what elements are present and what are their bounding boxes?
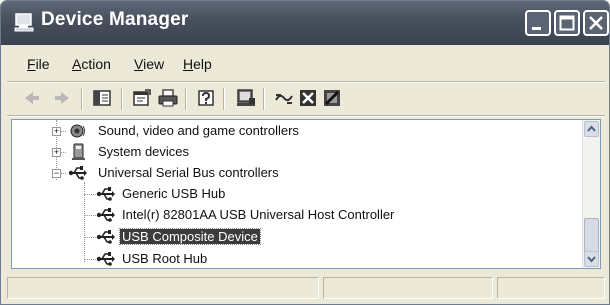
close-button[interactable] [583, 10, 609, 36]
speaker-icon [70, 124, 85, 138]
expand-toggle[interactable]: + [52, 127, 61, 136]
toolbar-separator-line [7, 115, 605, 117]
tree-item-label: Universal Serial Bus controllers [98, 165, 279, 180]
scan-hardware-icon[interactable] [273, 87, 295, 109]
update-driver-icon[interactable] [235, 87, 257, 109]
close-icon [589, 16, 603, 30]
help-icon[interactable] [195, 87, 217, 109]
maximize-button[interactable] [554, 10, 580, 36]
usb-icon [68, 166, 87, 180]
device-manager-window: Device Manager File Action View Help + S… [0, 0, 610, 305]
usb-icon [96, 208, 115, 222]
tree-item-usb-controllers[interactable]: − Universal Serial Bus controllers [12, 164, 582, 184]
chevron-up-icon [587, 125, 596, 132]
tree-item-system-devices[interactable]: + System devices [12, 143, 582, 163]
toolbar-separator [263, 88, 265, 110]
usb-icon [96, 187, 115, 201]
minimize-button[interactable] [525, 10, 551, 36]
usb-icon [96, 230, 115, 244]
window-title: Device Manager [41, 9, 189, 30]
tree-item-label-selected: USB Composite Device [119, 228, 261, 245]
toolbar-separator [223, 88, 225, 110]
expand-toggle[interactable]: + [52, 148, 61, 157]
properties-icon[interactable] [131, 87, 153, 109]
forward-icon[interactable] [51, 87, 73, 109]
status-panel-2 [323, 277, 493, 299]
minimize-icon [532, 27, 541, 30]
chevron-down-icon [587, 256, 596, 263]
tree-item-label: Sound, video and game controllers [98, 123, 299, 138]
title-bar[interactable]: Device Manager [1, 1, 609, 45]
menu-bar: File Action View Help [7, 51, 605, 81]
tree-item-intel-host-controller[interactable]: Intel(r) 82801AA USB Universal Host Cont… [12, 206, 582, 226]
menu-view[interactable]: View [134, 56, 164, 72]
tree-item-label: System devices [98, 144, 190, 159]
tree-item-label: Generic USB Hub [122, 186, 226, 201]
menu-help[interactable]: Help [183, 56, 212, 72]
tree-item-label: Intel(r) 82801AA USB Universal Host Cont… [122, 207, 395, 222]
tree-item-generic-usb-hub[interactable]: Generic USB Hub [12, 185, 582, 205]
toolbar [7, 84, 605, 114]
tree-item-sound-video[interactable]: + Sound, video and game controllers [12, 122, 582, 142]
vertical-scrollbar[interactable] [582, 120, 600, 268]
back-icon[interactable] [21, 87, 43, 109]
menu-action[interactable]: Action [72, 56, 111, 72]
status-bar [7, 275, 605, 301]
status-panel-main [7, 277, 319, 299]
toolbar-separator [121, 88, 123, 110]
usb-icon [96, 252, 115, 266]
tree-item-usb-root-hub[interactable]: USB Root Hub [12, 250, 582, 268]
print-icon[interactable] [157, 87, 179, 109]
system-device-icon [72, 143, 85, 160]
scroll-up-button[interactable] [584, 121, 599, 137]
show-hide-tree-icon[interactable] [91, 87, 113, 109]
disable-icon[interactable] [321, 87, 343, 109]
status-panel-3 [497, 277, 605, 299]
device-manager-app-icon [14, 13, 34, 32]
scroll-thumb[interactable] [584, 218, 599, 254]
device-tree[interactable]: + Sound, video and game controllers + Sy… [11, 119, 601, 269]
toolbar-separator [81, 88, 83, 110]
collapse-toggle[interactable]: − [52, 169, 61, 178]
tree-item-usb-composite-device[interactable]: USB Composite Device [12, 228, 582, 248]
menu-file[interactable]: File [27, 56, 50, 72]
tree-item-label: USB Root Hub [122, 251, 208, 266]
menu-separator [7, 81, 605, 83]
scroll-down-button[interactable] [584, 251, 599, 267]
maximize-icon [559, 15, 575, 31]
toolbar-separator [185, 88, 187, 110]
uninstall-icon[interactable] [297, 87, 319, 109]
